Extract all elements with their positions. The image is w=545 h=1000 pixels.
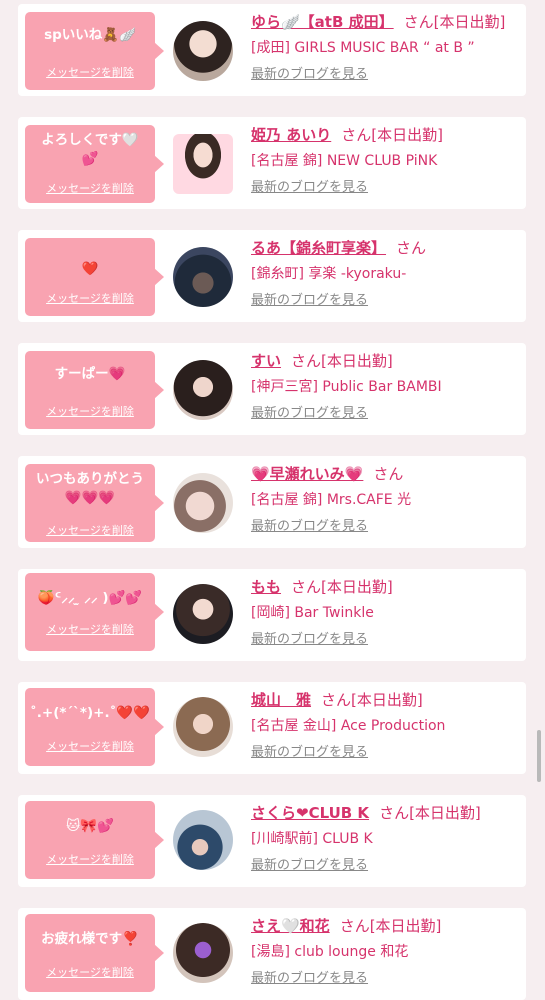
list-item: 🍑ᑦ⸝⸝ ̫ ⸝⸝ )💕💕 メッセージを削除 もも さん[本日出勤] [岡崎] B… bbox=[18, 569, 526, 661]
delete-message-link[interactable]: メッセージを削除 bbox=[25, 964, 155, 980]
latest-blog-link[interactable]: 最新のブログを見る bbox=[251, 970, 368, 988]
list-item: 🐱🎀💕 メッセージを削除 さくら❤CLUB K さん[本日出勤] [川崎駅前] C… bbox=[18, 795, 526, 887]
list-item: よろしくです🤍 💕 メッセージを削除 姫乃 あいり さん[本日出勤] [名古屋 錦… bbox=[18, 117, 526, 209]
shop-name: [名古屋 錦] Mrs.CAFE 光 bbox=[251, 492, 412, 508]
latest-blog-link[interactable]: 最新のブログを見る bbox=[251, 518, 368, 536]
avatar[interactable] bbox=[173, 584, 233, 644]
message-text: 🍑ᑦ⸝⸝ ̫ ⸝⸝ )💕💕 bbox=[37, 590, 143, 606]
today-badge: [本日出勤] bbox=[409, 804, 481, 822]
shop-name: [岡崎] Bar Twinkle bbox=[251, 605, 374, 621]
message-text: spいいね🧸🪽 bbox=[44, 27, 136, 43]
cast-name-link[interactable]: 💗早瀬れいみ💗 bbox=[251, 465, 363, 483]
avatar[interactable] bbox=[173, 810, 233, 870]
shop-name: [川崎駅前] CLUB K bbox=[251, 831, 373, 847]
delete-message-link[interactable]: メッセージを削除 bbox=[25, 738, 155, 754]
cast-name-link[interactable]: るあ【錦糸町享楽】 bbox=[251, 239, 386, 257]
message-text: すーぱー💗 bbox=[54, 366, 126, 382]
cast-name-link[interactable]: もも bbox=[251, 578, 281, 596]
latest-blog-link[interactable]: 最新のブログを見る bbox=[251, 857, 368, 875]
message-bubble: spいいね🧸🪽 メッセージを削除 bbox=[25, 12, 164, 90]
honorific: さん bbox=[291, 352, 322, 370]
delete-message-link[interactable]: メッセージを削除 bbox=[25, 64, 155, 80]
list-item: ❤️ メッセージを削除 るあ【錦糸町享楽】 さん [錦糸町] 享楽 -kyorak… bbox=[18, 230, 526, 322]
shop-name: [湯島] club lounge 和花 bbox=[251, 944, 409, 960]
delete-message-link[interactable]: メッセージを削除 bbox=[25, 522, 155, 538]
today-badge: [本日出勤] bbox=[433, 13, 506, 31]
honorific: さん bbox=[373, 465, 404, 483]
list-item: すーぱー💗 メッセージを削除 すい さん[本日出勤] [神戸三宮] Public … bbox=[18, 343, 526, 435]
message-bubble: いつもありがとう 💗💗💗 メッセージを削除 bbox=[25, 464, 164, 542]
message-bubble: 🐱🎀💕 メッセージを削除 bbox=[25, 801, 164, 879]
honorific: さん bbox=[396, 239, 427, 257]
latest-blog-link[interactable]: 最新のブログを見る bbox=[251, 631, 368, 649]
message-text: 🐱🎀💕 bbox=[66, 818, 114, 834]
shop-name: [神戸三宮] Public Bar BAMBI bbox=[251, 379, 442, 395]
cast-name-link[interactable]: すい bbox=[251, 352, 281, 370]
list-item: spいいね🧸🪽 メッセージを削除 ゆら🪽【atB 成田】 さん[本日出勤] [成田… bbox=[18, 4, 526, 96]
latest-blog-link[interactable]: 最新のブログを見る bbox=[251, 744, 368, 762]
latest-blog-link[interactable]: 最新のブログを見る bbox=[251, 292, 368, 310]
shop-name: [成田] GIRLS MUSIC BAR “ at B ” bbox=[251, 40, 475, 56]
list-item: お疲れ様です❣️ メッセージを削除 さえ🤍和花 さん[本日出勤] [湯島] clu… bbox=[18, 908, 526, 1000]
avatar[interactable] bbox=[173, 247, 233, 307]
avatar[interactable] bbox=[173, 473, 233, 533]
delete-message-link[interactable]: メッセージを削除 bbox=[25, 403, 155, 419]
today-badge: [本日出勤] bbox=[369, 917, 442, 935]
shop-name: [名古屋 錦] NEW CLUB PiNK bbox=[251, 153, 438, 169]
today-badge: [本日出勤] bbox=[321, 352, 393, 370]
message-text: ˚.+(*ˊˋ*)+.˚❤️❤️ bbox=[30, 705, 150, 721]
message-bubble: すーぱー💗 メッセージを削除 bbox=[25, 351, 164, 429]
cast-name-link[interactable]: さくら❤CLUB K bbox=[251, 804, 369, 822]
avatar[interactable] bbox=[173, 697, 233, 757]
delete-message-link[interactable]: メッセージを削除 bbox=[25, 180, 155, 196]
message-text: ❤️ bbox=[81, 261, 99, 277]
honorific: さん bbox=[379, 804, 410, 822]
latest-blog-link[interactable]: 最新のブログを見る bbox=[251, 66, 368, 84]
delete-message-link[interactable]: メッセージを削除 bbox=[25, 851, 155, 867]
cast-name-link[interactable]: 城山 雅 bbox=[251, 691, 311, 709]
message-text: よろしくです🤍 💕 bbox=[41, 132, 139, 167]
list-item: いつもありがとう 💗💗💗 メッセージを削除 💗早瀬れいみ💗 さん [名古屋 錦] … bbox=[18, 456, 526, 548]
honorific: さん bbox=[291, 578, 322, 596]
honorific: さん bbox=[339, 917, 370, 935]
today-badge: [本日出勤] bbox=[351, 691, 423, 709]
honorific: さん bbox=[341, 126, 372, 144]
latest-blog-link[interactable]: 最新のブログを見る bbox=[251, 179, 368, 197]
message-text: お疲れ様です❣️ bbox=[41, 931, 139, 947]
cast-name-link[interactable]: 姫乃 あいり bbox=[251, 126, 331, 144]
scrollbar[interactable] bbox=[537, 730, 541, 782]
delete-message-link[interactable]: メッセージを削除 bbox=[25, 621, 155, 637]
today-badge: [本日出勤] bbox=[321, 578, 393, 596]
avatar[interactable] bbox=[173, 21, 233, 81]
honorific: さん bbox=[403, 13, 434, 31]
delete-message-link[interactable]: メッセージを削除 bbox=[25, 290, 155, 306]
shop-name: [名古屋 金山] Ace Production bbox=[251, 718, 446, 734]
message-bubble: ❤️ メッセージを削除 bbox=[25, 238, 164, 316]
cast-name-link[interactable]: さえ🤍和花 bbox=[251, 917, 330, 935]
message-bubble: よろしくです🤍 💕 メッセージを削除 bbox=[25, 125, 164, 203]
message-text: いつもありがとう 💗💗💗 bbox=[36, 471, 144, 506]
latest-blog-link[interactable]: 最新のブログを見る bbox=[251, 405, 368, 423]
avatar[interactable] bbox=[173, 134, 233, 194]
shop-name: [錦糸町] 享楽 -kyoraku- bbox=[251, 266, 407, 282]
avatar[interactable] bbox=[173, 360, 233, 420]
list-item: ˚.+(*ˊˋ*)+.˚❤️❤️ メッセージを削除 城山 雅さん[本日出勤] [… bbox=[18, 682, 526, 774]
message-bubble: ˚.+(*ˊˋ*)+.˚❤️❤️ メッセージを削除 bbox=[25, 688, 164, 766]
avatar[interactable] bbox=[173, 923, 233, 983]
message-bubble: お疲れ様です❣️ メッセージを削除 bbox=[25, 914, 164, 992]
message-bubble: 🍑ᑦ⸝⸝ ̫ ⸝⸝ )💕💕 メッセージを削除 bbox=[25, 573, 164, 651]
today-badge: [本日出勤] bbox=[371, 126, 443, 144]
cast-name-link[interactable]: ゆら🪽【atB 成田】 bbox=[251, 13, 394, 31]
honorific: さん bbox=[321, 691, 352, 709]
